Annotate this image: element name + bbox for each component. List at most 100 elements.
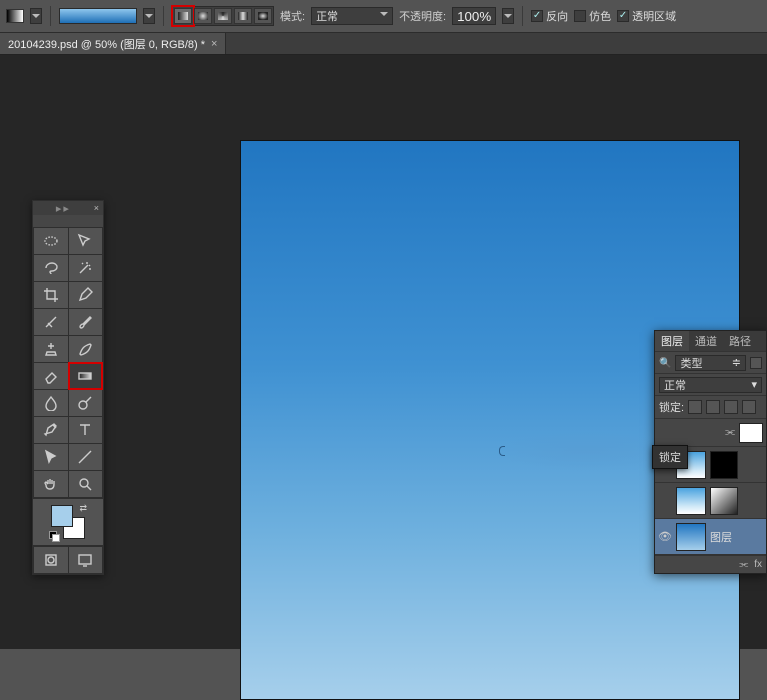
lock-row: 锁定: bbox=[655, 395, 766, 418]
quick-mask-tool[interactable] bbox=[34, 547, 68, 573]
layer-mask-thumb[interactable] bbox=[710, 451, 738, 479]
crop-tool[interactable] bbox=[34, 282, 68, 308]
default-colors-icon[interactable] bbox=[49, 531, 59, 541]
gradient-tool-icon[interactable] bbox=[6, 9, 24, 23]
gradient-tool[interactable] bbox=[69, 363, 103, 389]
hand-tool[interactable] bbox=[34, 471, 68, 497]
layer-blend-mode-value: 正常 bbox=[664, 377, 686, 393]
checkbox-icon bbox=[574, 10, 586, 22]
pen-tool[interactable] bbox=[34, 417, 68, 443]
move-tool[interactable] bbox=[69, 228, 103, 254]
canvas-mark bbox=[499, 446, 505, 456]
eyedropper-tool[interactable] bbox=[69, 282, 103, 308]
brush-tool[interactable] bbox=[69, 309, 103, 335]
magic-wand-tool[interactable] bbox=[69, 255, 103, 281]
filter-type-value: 类型 bbox=[680, 355, 702, 371]
linear-gradient-button[interactable] bbox=[174, 8, 192, 24]
panel-tabs: 图层 通道 路径 bbox=[655, 331, 766, 351]
swap-colors-icon[interactable]: ⇄ bbox=[79, 503, 87, 514]
gradient-picker-dropdown[interactable] bbox=[143, 8, 155, 24]
canvas-smudge bbox=[496, 431, 676, 471]
tab-paths[interactable]: 路径 bbox=[723, 331, 757, 351]
blend-mode-row: 正常 ▾ bbox=[655, 373, 766, 395]
lock-position-icon[interactable] bbox=[724, 400, 738, 414]
filter-type-select[interactable]: 类型 ≑ bbox=[675, 355, 746, 371]
document-title: 20104239.psd @ 50% (图层 0, RGB/8) * bbox=[8, 36, 205, 52]
toolbox-title bbox=[33, 215, 103, 227]
link-icon[interactable]: ⫘ bbox=[725, 426, 735, 439]
layer-row[interactable] bbox=[655, 483, 766, 519]
tab-layers[interactable]: 图层 bbox=[655, 331, 689, 351]
toolbox-header[interactable]: ▸▸ × bbox=[33, 201, 103, 215]
healing-brush-tool[interactable] bbox=[34, 309, 68, 335]
gradient-preview[interactable] bbox=[59, 8, 137, 24]
layer-row[interactable]: ⫘ bbox=[655, 419, 766, 447]
close-icon[interactable]: × bbox=[94, 203, 99, 213]
radial-gradient-button[interactable] bbox=[194, 8, 212, 24]
link-layers-icon[interactable]: ⫘ bbox=[739, 559, 748, 570]
layer-blend-mode-select[interactable]: 正常 ▾ bbox=[659, 377, 762, 393]
opacity-dropdown[interactable] bbox=[502, 8, 514, 24]
line-tool[interactable] bbox=[69, 444, 103, 470]
reverse-checkbox[interactable]: 反向 bbox=[531, 8, 568, 24]
chevron-icon: ≑ bbox=[732, 356, 741, 369]
layer-name[interactable]: 图层 bbox=[710, 529, 763, 545]
tab-channels[interactable]: 通道 bbox=[689, 331, 723, 351]
layer-row[interactable]: 👁 图层 bbox=[655, 519, 766, 555]
eraser-tool[interactable] bbox=[34, 363, 68, 389]
tool-preset-dropdown[interactable] bbox=[30, 8, 42, 24]
lock-label: 锁定: bbox=[659, 399, 684, 415]
screen-mode-tool[interactable] bbox=[69, 547, 103, 573]
path-selection-tool[interactable] bbox=[34, 444, 68, 470]
transparency-label: 透明区域 bbox=[632, 8, 676, 24]
type-tool[interactable] bbox=[69, 417, 103, 443]
lock-all-icon[interactable] bbox=[742, 400, 756, 414]
tooltip-text: 锁定 bbox=[659, 452, 681, 464]
lasso-tool[interactable] bbox=[34, 255, 68, 281]
opacity-input[interactable] bbox=[452, 7, 496, 25]
layer-thumb[interactable] bbox=[676, 523, 706, 551]
layer-filter-row: 类型 ≑ bbox=[655, 351, 766, 373]
layers-footer: ⫘ fx bbox=[655, 555, 766, 573]
clone-stamp-tool[interactable] bbox=[34, 336, 68, 362]
lock-transparency-icon[interactable] bbox=[688, 400, 702, 414]
layer-list: ⫘ 👁 图层 bbox=[655, 418, 766, 555]
reflected-gradient-button[interactable] bbox=[234, 8, 252, 24]
angle-gradient-button[interactable] bbox=[214, 8, 232, 24]
document-tab[interactable]: 20104239.psd @ 50% (图层 0, RGB/8) * × bbox=[0, 33, 226, 54]
marquee-tool[interactable] bbox=[34, 228, 68, 254]
visibility-toggle[interactable]: 👁 bbox=[658, 530, 672, 543]
foreground-color-swatch[interactable] bbox=[51, 505, 73, 527]
blend-mode-select[interactable]: 正常 bbox=[311, 7, 393, 25]
separator bbox=[522, 6, 523, 26]
layer-mask-thumb[interactable] bbox=[710, 487, 738, 515]
color-swatch-area: ⇄ bbox=[33, 499, 103, 545]
mode-label: 模式: bbox=[280, 8, 305, 24]
fx-icon[interactable]: fx bbox=[754, 559, 762, 570]
drag-handle-icon[interactable]: ▸▸ bbox=[37, 202, 90, 215]
tool-grid bbox=[33, 227, 103, 498]
work-area: ▸▸ × bbox=[0, 55, 767, 649]
dither-checkbox[interactable]: 仿色 bbox=[574, 8, 611, 24]
lock-tooltip: 锁定 bbox=[652, 445, 688, 469]
search-icon[interactable] bbox=[659, 357, 671, 369]
close-tab-icon[interactable]: × bbox=[211, 38, 217, 50]
zoom-tool[interactable] bbox=[69, 471, 103, 497]
toolbox-panel: ▸▸ × bbox=[32, 200, 104, 575]
layer-thumb[interactable] bbox=[676, 487, 706, 515]
layer-mask-thumb[interactable] bbox=[739, 423, 763, 443]
lock-pixels-icon[interactable] bbox=[706, 400, 720, 414]
filter-toggle[interactable] bbox=[750, 357, 762, 369]
chevron-icon: ▾ bbox=[751, 378, 757, 391]
reverse-label: 反向 bbox=[546, 8, 568, 24]
separator bbox=[50, 6, 51, 26]
history-brush-tool[interactable] bbox=[69, 336, 103, 362]
blur-tool[interactable] bbox=[34, 390, 68, 416]
blend-mode-value: 正常 bbox=[316, 8, 338, 24]
separator bbox=[163, 6, 164, 26]
transparency-checkbox[interactable]: 透明区域 bbox=[617, 8, 676, 24]
dodge-tool[interactable] bbox=[69, 390, 103, 416]
diamond-gradient-button[interactable] bbox=[254, 8, 272, 24]
checkbox-icon bbox=[531, 10, 543, 22]
document-tab-bar: 20104239.psd @ 50% (图层 0, RGB/8) * × bbox=[0, 33, 767, 55]
